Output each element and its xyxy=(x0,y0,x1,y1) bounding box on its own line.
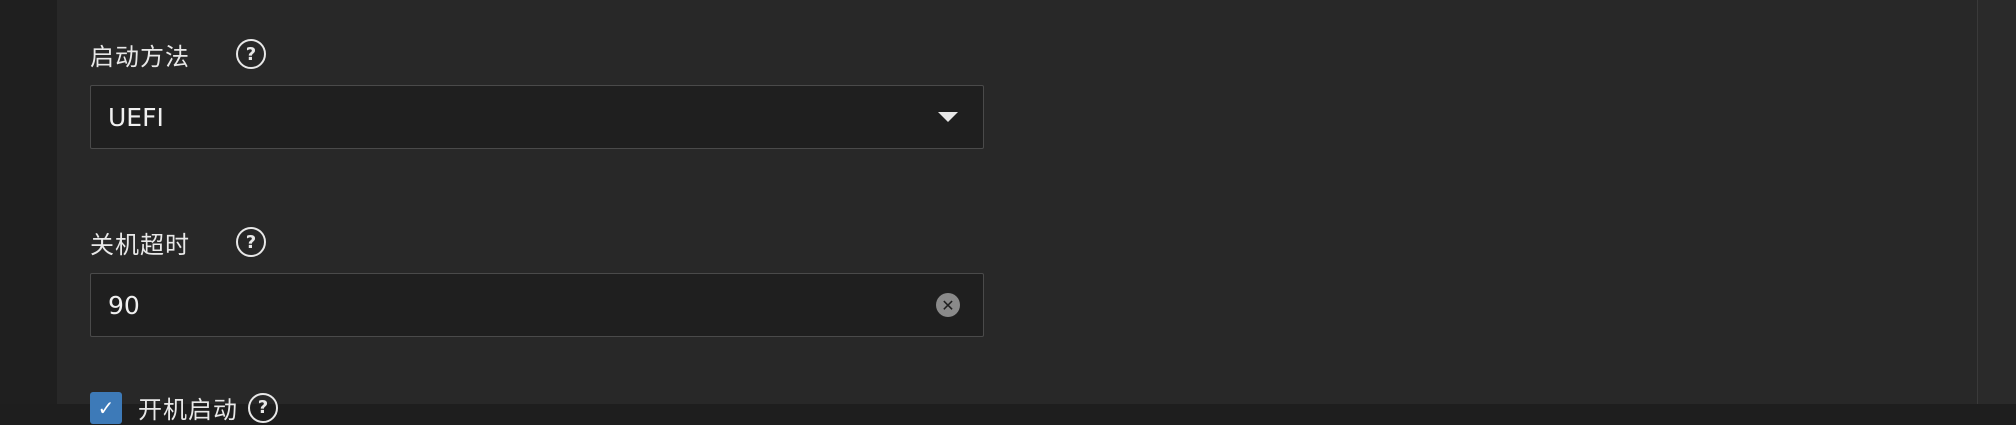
clear-icon[interactable]: ✕ xyxy=(936,293,960,317)
boot-method-select[interactable]: UEFI xyxy=(90,85,984,149)
help-icon[interactable]: ? xyxy=(248,392,278,423)
autostart-checkbox[interactable]: ✓ xyxy=(90,391,122,424)
boot-method-value: UEFI xyxy=(108,102,164,132)
autostart-row: ✓ 开机启动 ? xyxy=(90,390,278,425)
shutdown-timeout-label-row: 关机超时 ? xyxy=(90,222,266,262)
shutdown-timeout-input[interactable]: 90 ✕ xyxy=(90,273,984,337)
help-icon[interactable]: ? xyxy=(236,39,266,69)
shutdown-timeout-label: 关机超时 xyxy=(90,230,190,259)
boot-method-label-row: 启动方法 ? xyxy=(90,34,266,74)
boot-method-label: 启动方法 xyxy=(90,42,190,71)
right-gutter xyxy=(1978,0,2016,404)
help-icon[interactable]: ? xyxy=(236,227,266,257)
shutdown-timeout-value[interactable]: 90 xyxy=(108,291,936,320)
settings-panel xyxy=(57,0,1978,404)
chevron-down-icon[interactable] xyxy=(938,112,958,122)
left-gutter xyxy=(0,0,58,404)
autostart-label: 开机启动 xyxy=(138,396,238,424)
